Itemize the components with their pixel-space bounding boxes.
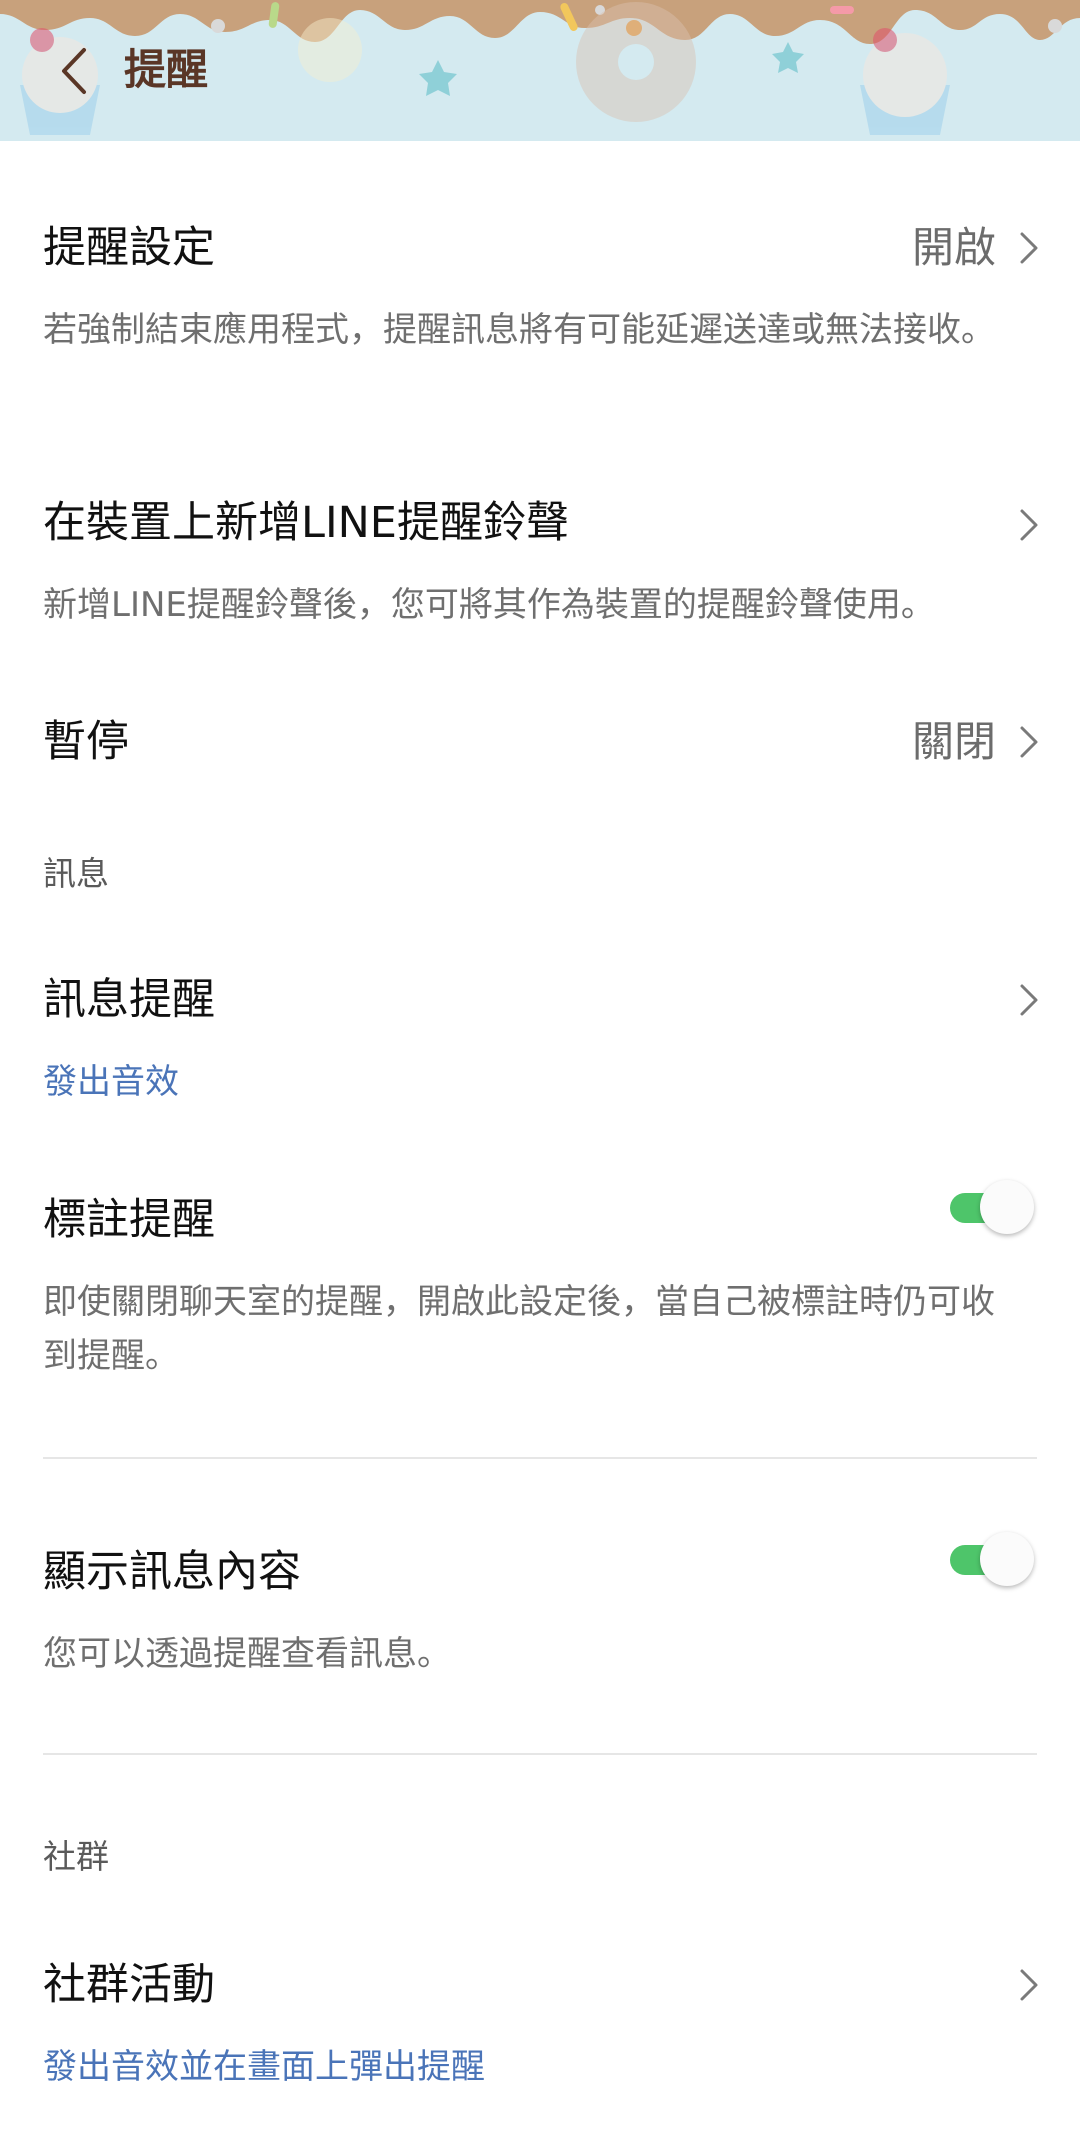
toggle-knob <box>980 1180 1034 1234</box>
pause-row[interactable]: 暫停 關閉 <box>0 700 1080 790</box>
toggle-knob <box>980 1532 1034 1586</box>
mention-notifications-toggle[interactable] <box>950 1180 1034 1234</box>
community-activity-subtitle: 發出音效並在畫面上彈出提醒 <box>43 2047 485 2087</box>
notification-settings-row[interactable]: 提醒設定 開啟 若強制結束應用程式，提醒訊息將有可能延遲送達或無法接收。 <box>0 200 1080 420</box>
add-ringtone-description: 新增LINE提醒鈴聲後，您可將其作為裝置的提醒鈴聲使用。 <box>43 585 935 625</box>
pause-title: 暫停 <box>43 717 129 767</box>
notification-settings-title: 提醒設定 <box>43 223 215 273</box>
show-message-content-title: 顯示訊息內容 <box>43 1547 301 1597</box>
divider <box>43 1457 1037 1459</box>
show-message-content-description: 您可以透過提醒查看訊息。 <box>43 1634 451 1674</box>
message-notifications-subtitle: 發出音效 <box>43 1062 179 1102</box>
notification-settings-description: 若強制結束應用程式，提醒訊息將有可能延遲送達或無法接收。 <box>43 310 995 350</box>
chevron-left-icon <box>62 48 86 94</box>
chevron-right-icon <box>1020 726 1038 758</box>
divider <box>43 1753 1037 1755</box>
community-activity-row[interactable]: 社群活動 發出音效並在畫面上彈出提醒 <box>0 1945 1080 2095</box>
chevron-right-icon <box>1020 1969 1038 2001</box>
chevron-right-icon <box>1020 984 1038 1016</box>
message-notifications-title: 訊息提醒 <box>43 975 215 1025</box>
back-button[interactable] <box>38 34 108 108</box>
mention-notifications-description: 即使關閉聊天室的提醒，開啟此設定後，當自己被標註時仍可收到提醒。 <box>43 1282 995 1376</box>
page-title: 提醒 <box>124 45 209 94</box>
mention-notifications-title: 標註提醒 <box>43 1195 215 1245</box>
messages-section-label: 訊息 <box>43 854 109 893</box>
show-message-content-row: 顯示訊息內容 您可以透過提醒查看訊息。 <box>0 1532 1080 1692</box>
add-ringtone-title: 在裝置上新增LINE提醒鈴聲 <box>43 498 569 548</box>
community-activity-title: 社群活動 <box>43 1960 215 2010</box>
notification-settings-value: 開啟 <box>911 223 996 272</box>
message-notifications-row[interactable]: 訊息提醒 發出音效 <box>0 960 1080 1110</box>
pause-value: 關閉 <box>911 717 996 766</box>
app-header: 提醒 <box>0 0 1080 141</box>
add-ringtone-row[interactable]: 在裝置上新增LINE提醒鈴聲 新增LINE提醒鈴聲後，您可將其作為裝置的提醒鈴聲… <box>0 475 1080 645</box>
mention-notifications-row: 標註提醒 即使關閉聊天室的提醒，開啟此設定後，當自己被標註時仍可收到提醒。 <box>0 1180 1080 1400</box>
chevron-right-icon <box>1020 232 1038 264</box>
community-section-label: 社群 <box>43 1837 109 1876</box>
chevron-right-icon <box>1020 509 1038 541</box>
show-message-content-toggle[interactable] <box>950 1532 1034 1586</box>
